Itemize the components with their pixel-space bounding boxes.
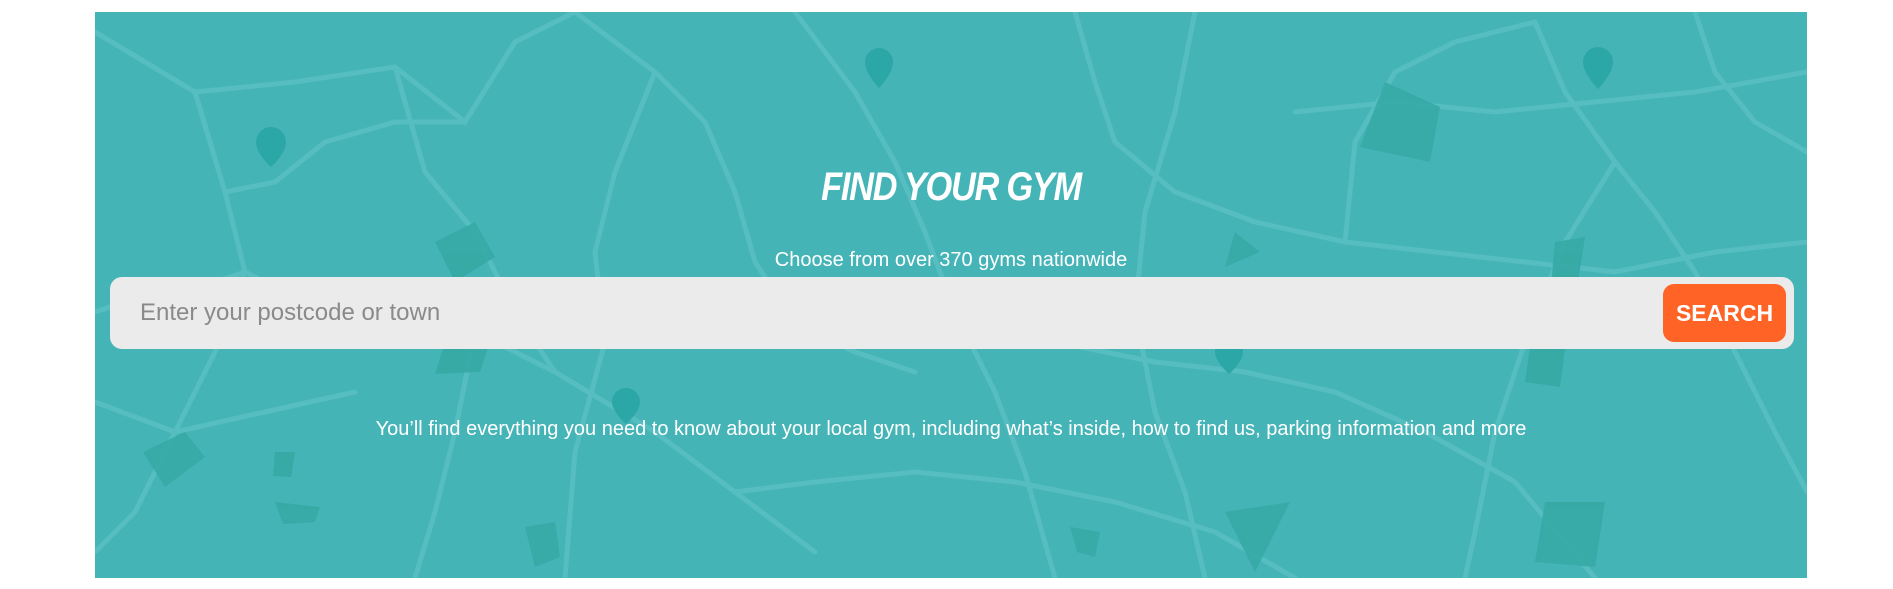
search-button[interactable]: SEARCH	[1663, 284, 1786, 342]
postcode-search-input[interactable]	[110, 277, 1650, 349]
find-gym-hero: FIND YOUR GYM Choose from over 370 gyms …	[95, 12, 1807, 578]
gym-search-form: SEARCH	[110, 277, 1794, 349]
hero-description: You’ll find everything you need to know …	[375, 418, 1527, 440]
hero-subtitle: Choose from over 370 gyms nationwide	[774, 249, 1128, 271]
page-title: FIND YOUR GYM	[821, 164, 1082, 209]
